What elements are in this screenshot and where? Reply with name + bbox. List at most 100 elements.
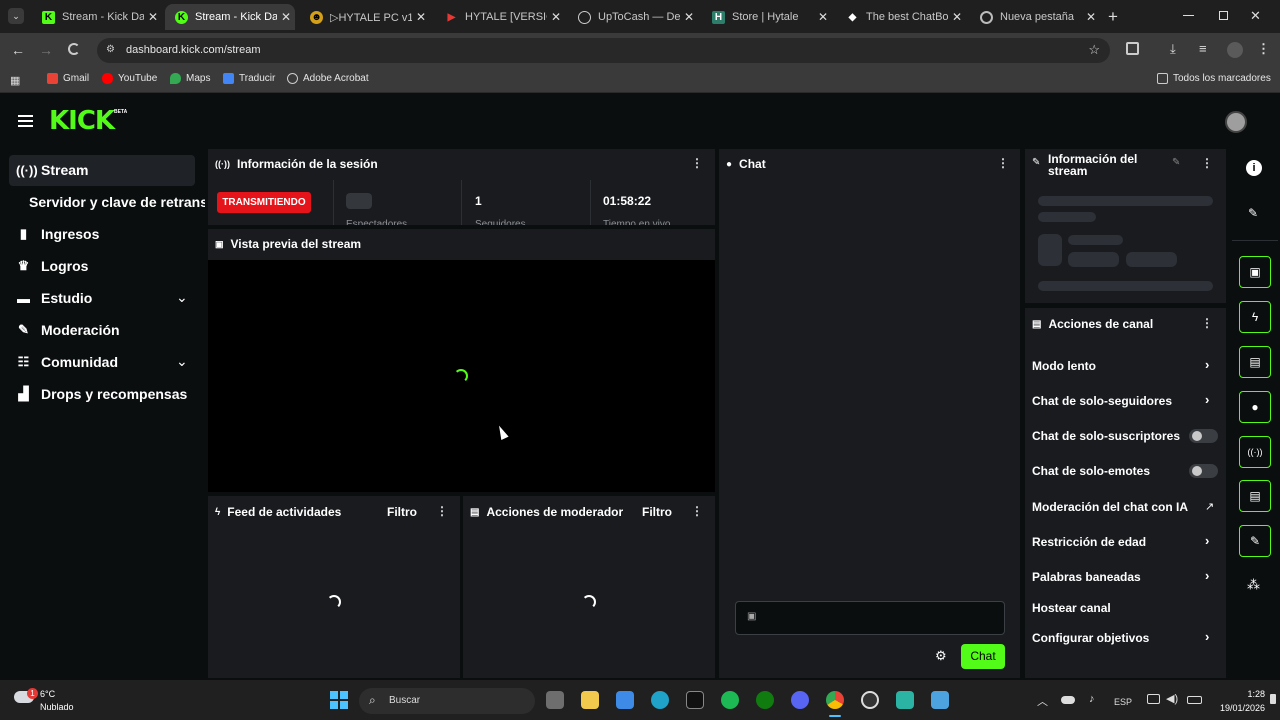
more-options-icon[interactable]: ⋮ [691, 504, 703, 518]
onedrive-icon[interactable] [1061, 696, 1075, 704]
subscribers-only-toggle[interactable] [1189, 429, 1218, 443]
windows-start-icon[interactable] [330, 691, 348, 709]
tray-chevron-up-icon[interactable]: ︿ [1037, 693, 1048, 709]
bookmark-acrobat[interactable]: Adobe Acrobat [287, 73, 369, 84]
more-options-icon[interactable]: ⋮ [997, 156, 1009, 170]
close-tab-icon[interactable]: ✕ [277, 10, 295, 24]
back-icon[interactable]: ← [11, 42, 25, 58]
site-settings-icon[interactable]: ⚙ [106, 44, 115, 55]
browser-tab-8[interactable]: Nueva pestaña ✕ [970, 4, 1100, 30]
taskbar-search[interactable]: ⌕ Buscar [359, 688, 535, 714]
language-indicator[interactable]: ESP [1114, 697, 1132, 707]
close-tab-icon[interactable]: ✕ [680, 10, 698, 24]
chat-settings-icon[interactable]: ⚙ [935, 648, 947, 664]
bookmark-traducir[interactable]: Traducir [223, 73, 275, 84]
extensions-icon[interactable] [1126, 42, 1139, 55]
sidebar-item-comunidad[interactable]: ☷ Comunidad [16, 354, 118, 370]
chat-send-button[interactable]: Chat [961, 644, 1005, 669]
browser-tab-2[interactable]: K Stream - Kick Dashboard ✕ [165, 4, 295, 30]
more-options-icon[interactable]: ⋮ [1201, 156, 1213, 170]
activity-rail-button[interactable]: ϟ [1239, 301, 1271, 333]
chat-input[interactable]: ▣ [735, 601, 1005, 635]
preview-rail-button[interactable]: ▣ [1239, 256, 1271, 288]
download-icon[interactable]: ⤓ [1170, 41, 1176, 57]
chevron-down-icon[interactable]: ⌄ [176, 353, 188, 370]
action-banned-words[interactable]: Palabras baneadas [1032, 570, 1141, 584]
sidebar-item-estudio[interactable]: ▬ Estudio [16, 290, 92, 306]
task-view-icon[interactable] [546, 691, 564, 709]
clock-time[interactable]: 1:28 [1219, 689, 1265, 699]
sidebar-item-logros[interactable]: ♛ Logros [16, 258, 89, 274]
new-tab-button[interactable]: + [1108, 7, 1118, 27]
action-subscribers-only[interactable]: Chat de solo-suscriptores [1032, 429, 1180, 443]
chat-rail-button[interactable]: ● [1239, 391, 1271, 423]
sidebar-item-stream[interactable]: ((·)) Stream [16, 162, 88, 178]
battery-icon[interactable] [1187, 696, 1202, 704]
action-age-restriction[interactable]: Restricción de edad [1032, 535, 1146, 549]
more-options-icon[interactable]: ⋮ [1201, 316, 1213, 330]
more-options-icon[interactable]: ⋮ [691, 156, 703, 170]
chevron-right-icon[interactable]: › [1205, 533, 1209, 548]
close-tab-icon[interactable]: ✕ [547, 10, 565, 24]
sidebar-item-drops[interactable]: ▟ Drops y recompensas [16, 386, 188, 402]
action-goals[interactable]: Configurar objetivos [1032, 631, 1149, 645]
close-tab-icon[interactable]: ✕ [814, 10, 832, 24]
edit-pencil-icon[interactable]: ✎ [1172, 157, 1180, 168]
forward-icon[interactable]: → [39, 42, 53, 58]
stream-info-rail-button[interactable]: ✎ [1239, 525, 1271, 557]
bookmark-star-icon[interactable]: ☆ [1088, 42, 1100, 58]
sidebar-item-moderacion[interactable]: ✎ Moderación [16, 322, 120, 338]
add-widget-icon[interactable]: ⁂ [1247, 577, 1260, 593]
session-rail-button[interactable]: ((·)) [1239, 436, 1271, 468]
minimize-icon[interactable] [1183, 15, 1194, 16]
apps-grid-icon[interactable]: ▦ [10, 74, 20, 87]
user-avatar[interactable] [1225, 111, 1247, 133]
sidebar-item-ingresos[interactable]: ▮ Ingresos [16, 226, 99, 242]
chevron-down-icon[interactable]: ⌄ [176, 289, 188, 306]
network-icon[interactable] [1147, 694, 1160, 704]
xbox-icon[interactable] [756, 691, 774, 709]
action-followers-only[interactable]: Chat de solo-seguidores [1032, 394, 1172, 408]
mod-actions-rail-button[interactable]: ▤ [1239, 346, 1271, 378]
channel-actions-rail-button[interactable]: ▤ [1239, 480, 1271, 512]
file-explorer-icon[interactable] [581, 691, 599, 709]
all-bookmarks[interactable]: Todos los marcadores [1157, 73, 1271, 84]
tab-search-button[interactable]: ⌄ [8, 8, 24, 24]
close-tab-icon[interactable]: ✕ [144, 10, 162, 24]
browser-tab-4[interactable]: ▶ HYTALE [VERSION ✕ [435, 4, 565, 30]
action-host-channel[interactable]: Hostear canal [1032, 601, 1111, 615]
chevron-right-icon[interactable]: › [1205, 568, 1209, 583]
kick-logo[interactable]: KICK [49, 106, 115, 136]
store-icon[interactable] [616, 691, 634, 709]
tradingview-icon[interactable] [686, 691, 704, 709]
hamburger-menu-icon[interactable] [18, 115, 33, 127]
browser-tab-1[interactable]: K Stream - Kick Dashboard ✕ [32, 4, 162, 30]
media-icon[interactable]: ≡ [1199, 41, 1207, 56]
mod-filter-button[interactable]: Filtro [642, 505, 672, 519]
chevron-right-icon[interactable]: › [1205, 357, 1209, 372]
clock-date[interactable]: 19/01/2026 [1209, 703, 1265, 713]
edge-icon[interactable] [651, 691, 669, 709]
close-tab-icon[interactable]: ✕ [948, 10, 966, 24]
volume-icon[interactable]: ◀) [1166, 692, 1178, 705]
external-link-icon[interactable]: ↗ [1205, 500, 1214, 513]
maximize-icon[interactable] [1219, 11, 1228, 20]
info-icon[interactable]: i [1246, 160, 1262, 176]
action-slow-mode[interactable]: Modo lento [1032, 359, 1096, 373]
action-ai-moderation[interactable]: Moderación del chat con IA [1032, 500, 1188, 514]
browser-menu-icon[interactable]: ⋮ [1257, 41, 1270, 57]
bookmark-youtube[interactable]: YouTube [102, 73, 157, 84]
browser-tab-5[interactable]: UpToCash — Desc ✕ [568, 4, 698, 30]
weather-widget[interactable]: 1 6°C Nublado [14, 688, 94, 716]
profile-avatar[interactable] [1227, 42, 1243, 58]
edit-pencil-icon[interactable]: ✎ [1248, 206, 1258, 220]
emotes-only-toggle[interactable] [1189, 464, 1218, 478]
discord-icon[interactable] [791, 691, 809, 709]
bookmark-gmail[interactable]: Gmail [47, 73, 89, 84]
notepad-icon[interactable] [931, 691, 949, 709]
chevron-right-icon[interactable]: › [1205, 629, 1209, 644]
browser-tab-3[interactable]: ☻ ▷HYTALE PC v17.0 ✕ [300, 4, 430, 30]
close-tab-icon[interactable]: ✕ [412, 10, 430, 24]
notifications-icon[interactable] [1270, 694, 1276, 704]
bookmark-maps[interactable]: Maps [170, 73, 210, 84]
